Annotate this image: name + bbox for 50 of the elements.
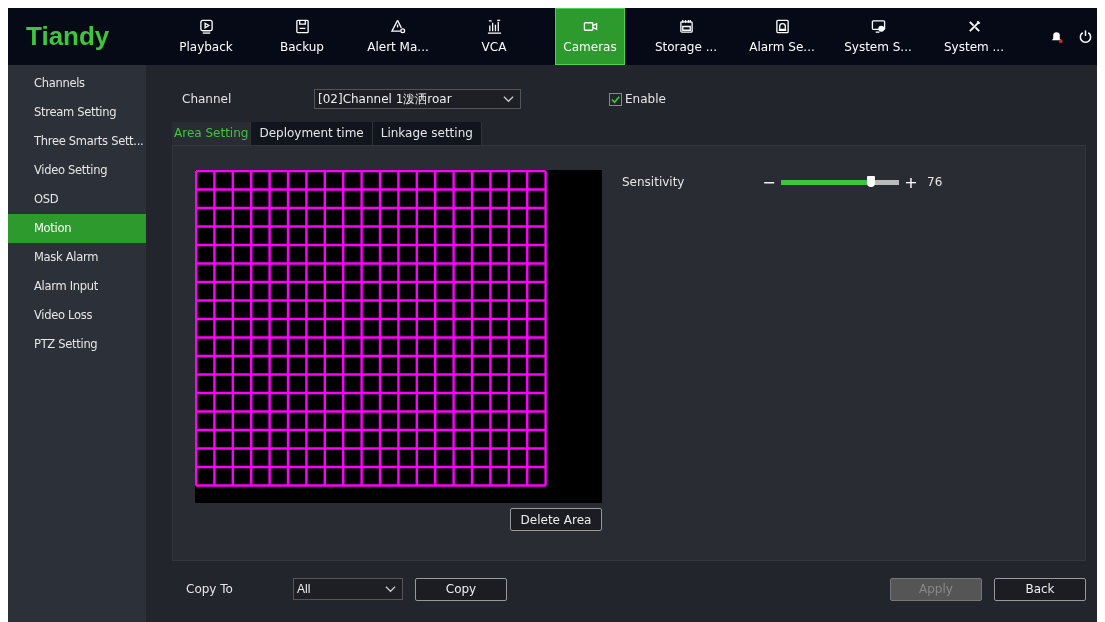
alarm-panel-icon [774,19,790,34]
sensitivity-value: 76 [927,175,943,189]
nav-tab[interactable]: Backup [254,8,350,65]
play-screen-icon [198,19,214,34]
storage-calendar-icon [678,19,694,34]
nav-tab[interactable]: Storage ... [638,8,734,65]
bar-chart-icon [486,19,502,34]
back-button[interactable]: Back [994,577,1086,601]
sidebar-item[interactable]: Motion [8,214,146,243]
logo: Tiandy [25,20,111,53]
decrease-button[interactable]: − [757,172,781,192]
sidebar-item[interactable]: Video Loss [8,301,146,330]
nav-tab[interactable]: Cameras [555,8,625,65]
sidebar-item[interactable]: Three Smarts Sett... [8,127,146,156]
warning-gear-icon [390,19,406,34]
copy-button[interactable]: Copy [415,577,507,601]
tab[interactable]: Deployment time [251,122,373,145]
increase-button[interactable]: + [899,172,923,192]
sidebar-item[interactable]: Video Setting [8,156,146,185]
sidebar-item[interactable]: Stream Setting [8,98,146,127]
delete-area-button[interactable]: Delete Area [510,508,602,531]
nav-tab[interactable]: Alarm Se... [734,8,830,65]
nav-tab[interactable]: System S... [830,8,926,65]
tab[interactable]: Area Setting [172,122,252,145]
sidebar-item[interactable]: Alarm Input [8,272,146,301]
nav-tab[interactable]: System ... [926,8,1022,65]
copy-to-dropdown[interactable]: All [293,578,403,600]
notification-bell-icon[interactable] [1049,29,1064,44]
sidebar-item[interactable]: Mask Alarm [8,243,146,272]
sidebar-item[interactable]: Channels [8,69,146,98]
tab[interactable]: Linkage setting [372,122,482,145]
nav-tab[interactable]: Alert Ma... [350,8,446,65]
nav-tab[interactable]: VCA [446,8,542,65]
enable-checkbox[interactable] [609,92,622,106]
slider-thumb[interactable] [866,175,875,187]
enable-label: Enable [625,92,666,106]
caret-icon [385,585,396,593]
caret-icon [503,95,514,103]
sensitivity-slider[interactable] [781,179,899,185]
channel-dropdown[interactable]: [02]Channel 1泼洒roar [314,89,521,109]
sidebar-item[interactable]: PTZ Setting [8,330,146,359]
sensitivity-label: Sensitivity [622,175,686,189]
channel-label: Channel [181,92,233,106]
motion-grid-drawing[interactable] [195,170,547,487]
power-icon[interactable] [1078,29,1093,44]
sidebar-item[interactable]: OSD [8,185,146,214]
monitor-gear-icon [870,19,886,34]
copy-to-label: Copy To [185,582,234,596]
video-camera-icon [582,19,598,34]
nav-tab[interactable]: Playback [158,8,254,65]
